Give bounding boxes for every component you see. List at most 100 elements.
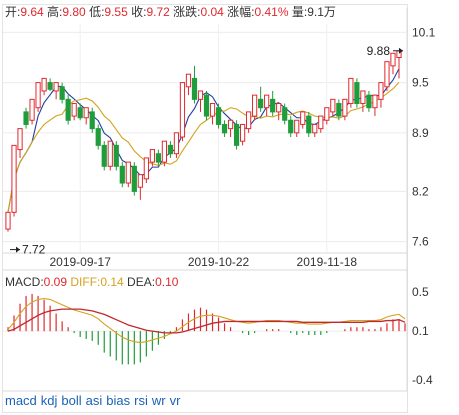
indicator-tab-macd[interactable]: macd [5, 393, 37, 411]
candle [264, 94, 270, 117]
price-tick-label: 9.5 [412, 76, 429, 90]
candle [390, 52, 396, 75]
header-label: 涨跌: [170, 4, 201, 19]
candle [137, 174, 143, 200]
candle [300, 111, 306, 129]
candle [215, 103, 222, 129]
candle [89, 107, 95, 133]
macd-legend-label: DEA: [124, 275, 155, 289]
macd-legend-label: DIFF: [67, 275, 100, 289]
price-annotations: 9.88 7.72 [10, 44, 404, 257]
candle [330, 98, 336, 117]
macd-tick-label: -0.4 [412, 373, 433, 387]
candle [396, 50, 402, 79]
candle [348, 77, 354, 108]
candle [288, 116, 294, 137]
candle [107, 140, 113, 171]
macd-tick-label: 0.1 [412, 324, 429, 338]
header-label: 开: [5, 5, 20, 19]
date-tick-label: 2019-10-22 [188, 255, 250, 269]
header-value: 9.55 [104, 5, 128, 19]
candle [131, 162, 137, 196]
price-tick-label: 8.9 [412, 126, 429, 140]
moving-average-lines [7, 68, 400, 213]
candle [179, 82, 186, 142]
indicator-tab-boll[interactable]: boll [61, 393, 81, 411]
candle [197, 90, 204, 112]
candle [270, 90, 276, 117]
candle [71, 103, 77, 121]
candle [227, 119, 234, 137]
header-value: 9.64 [20, 5, 44, 19]
candle [29, 98, 35, 125]
candle [366, 90, 372, 112]
date-axis: 2019-09-17 2019-10-22 2019-11-18 [3, 252, 407, 269]
candle [11, 144, 17, 217]
candle [167, 141, 174, 158]
candle [246, 111, 252, 133]
candle [41, 77, 47, 96]
header-label: 低: [86, 5, 105, 19]
macd-histogram [7, 293, 406, 365]
price-tick-label: 8.2 [412, 184, 429, 198]
candle [143, 157, 149, 184]
candle [318, 115, 324, 133]
stock-chart: 开:9.64 高:9.80 低:9.55 收:9.72 涨跌:0.04 涨幅:0… [3, 4, 436, 392]
header-label: 量: [289, 5, 308, 19]
indicator-tab-vr[interactable]: vr [170, 393, 181, 411]
candle [324, 107, 330, 125]
candle [233, 120, 240, 150]
candle [360, 90, 366, 112]
indicator-tabs: macd kdj boll asi bias rsi wr vr [5, 393, 184, 411]
header-value: 9.80 [62, 5, 86, 19]
header-value: 0.04 [200, 5, 224, 19]
macd-legend-value: 0.10 [155, 275, 179, 289]
candle [258, 86, 264, 112]
indicator-tab-rsi[interactable]: rsi [134, 393, 148, 411]
macd-legend-value: 0.09 [44, 275, 68, 289]
candle [252, 94, 258, 121]
candle [125, 161, 131, 188]
candle [47, 78, 53, 91]
candle [95, 124, 101, 150]
candle [101, 141, 107, 171]
candlestick-series [5, 50, 402, 232]
candle [276, 103, 282, 121]
header-label: 高: [44, 4, 63, 19]
candle [5, 211, 11, 232]
price-annotation: 7.72 [10, 243, 46, 257]
candle [306, 111, 312, 137]
candle [23, 107, 29, 129]
price-grid [3, 8, 408, 391]
svg-text:7.72: 7.72 [22, 243, 46, 257]
candle [209, 103, 216, 125]
indicator-tab-kdj[interactable]: kdj [41, 393, 58, 411]
candle [378, 82, 384, 108]
ma5-line [7, 68, 400, 213]
indicator-tab-asi[interactable]: asi [86, 393, 103, 411]
candle [354, 78, 360, 108]
candle [119, 162, 125, 188]
price-tick-label: 10.1 [412, 25, 436, 39]
candle [83, 107, 89, 125]
header-label: 涨幅: [224, 4, 255, 19]
candle [185, 73, 192, 96]
macd-axis: 0.5 0.1 -0.4 [412, 285, 433, 387]
macd-tick-label: 0.5 [412, 285, 429, 299]
indicator-tab-bias[interactable]: bias [106, 393, 130, 411]
macd-legend-label: MACD: [5, 275, 44, 289]
candle [59, 82, 65, 104]
ohlc-header: 开:9.64 高:9.80 低:9.55 收:9.72 涨跌:0.04 涨幅:0… [5, 4, 336, 19]
candle [17, 128, 23, 158]
candle [312, 123, 318, 137]
date-tick-label: 2019-09-17 [49, 255, 111, 269]
candle [384, 61, 390, 91]
price-tick-label: 7.6 [412, 235, 429, 249]
header-label: 收: [128, 5, 147, 19]
candle [113, 141, 119, 171]
header-value: 9.1万 [307, 5, 336, 19]
candle [372, 94, 378, 117]
candle [203, 90, 210, 121]
candle [161, 140, 168, 167]
indicator-tab-wr[interactable]: wr [152, 393, 166, 411]
